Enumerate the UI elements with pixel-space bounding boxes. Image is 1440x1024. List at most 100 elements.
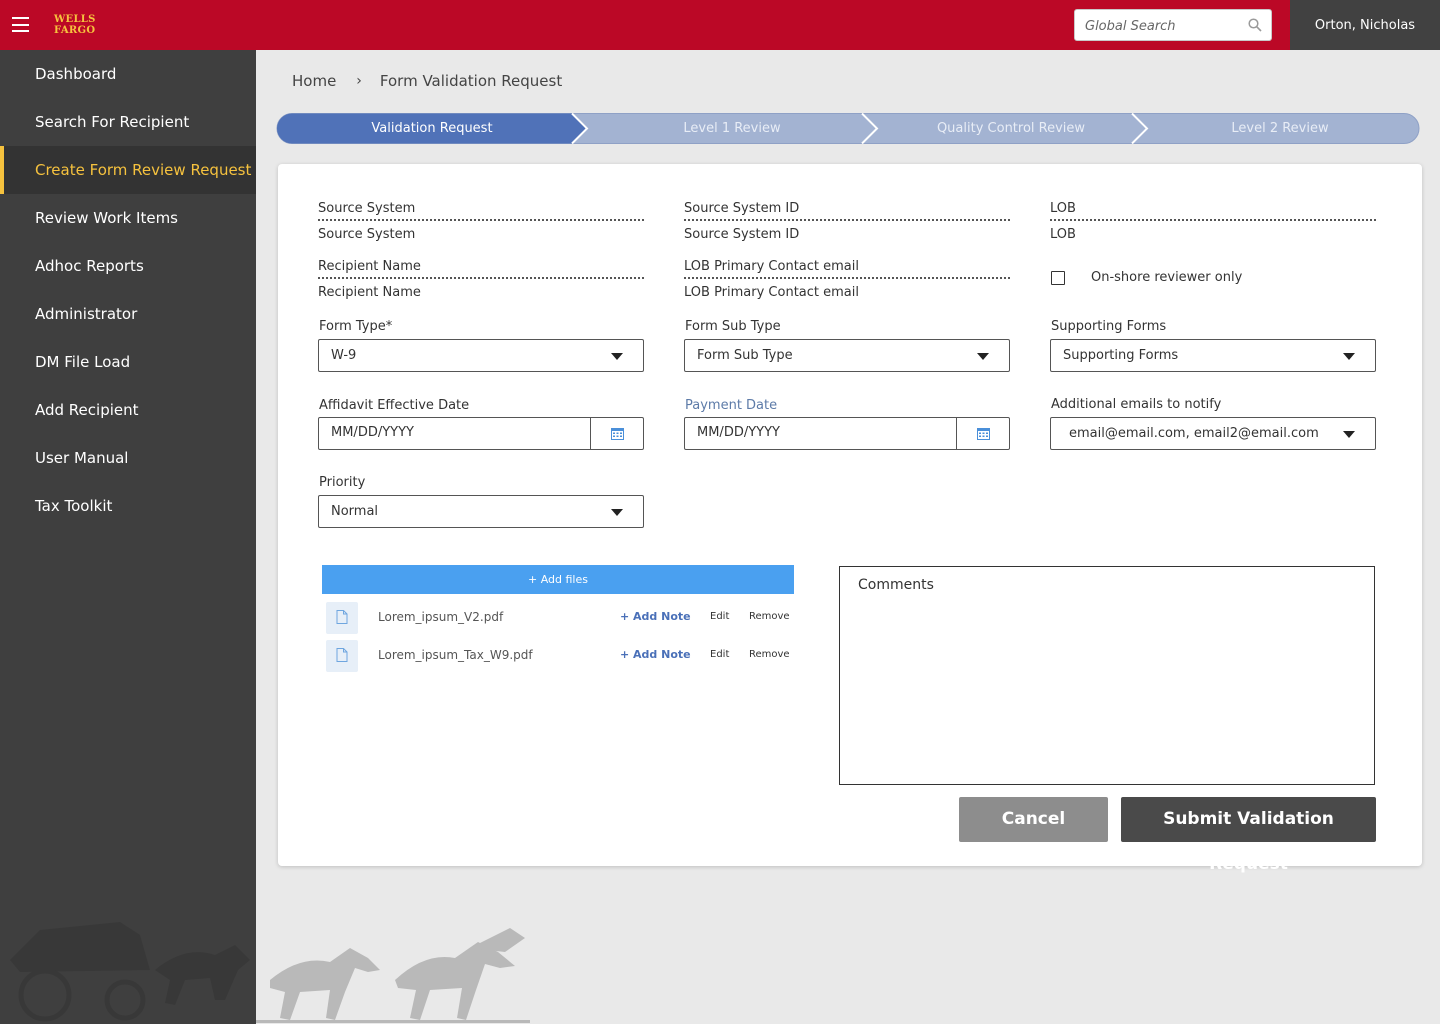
breadcrumb-current: Form Validation Request [379,72,563,90]
source-system-value: Source System [318,227,416,242]
payment-date-field [684,417,1010,450]
file-row: Lorem_ipsum_V2.pdf + Add Note Edit Remov… [326,602,796,634]
recipient-name-field: Recipient Name Recipient Name [318,259,644,301]
chevron-down-icon [611,509,623,516]
source-system-id-field: Source System ID Source System ID [684,201,1010,243]
sidebar-item-tax-toolkit[interactable]: Tax Toolkit [0,482,256,530]
sidebar-item-adhoc-reports[interactable]: Adhoc Reports [0,242,256,290]
add-note-link[interactable]: + Add Note [620,610,691,623]
affidavit-date-input[interactable] [331,425,571,440]
remove-file-link[interactable]: Remove [749,649,790,660]
lob-label: LOB [1050,201,1076,216]
sidebar-item-label: Adhoc Reports [35,257,144,275]
source-system-label: Source System [318,201,416,216]
priority-label: Priority [319,475,366,490]
sidebar-item-dashboard[interactable]: Dashboard [0,50,256,98]
form-type-label: Form Type* [319,319,393,334]
dotted-divider [684,277,1010,279]
lob-field: LOB LOB [1050,201,1376,243]
document-icon [336,610,348,624]
lob-contact-value: LOB Primary Contact email [684,285,859,300]
global-search-input[interactable] [1085,16,1245,36]
form-type-select[interactable]: W-9 [318,339,644,372]
file-name: Lorem_ipsum_Tax_W9.pdf [378,648,533,662]
sidebar-item-administrator[interactable]: Administrator [0,290,256,338]
sidebar-item-label: Dashboard [35,65,117,83]
dotted-divider [1050,219,1376,221]
stagecoach-watermark [10,922,530,1023]
sidebar-item-add-recipient[interactable]: Add Recipient [0,386,256,434]
sidebar-item-label: Create Form Review Request [35,161,252,179]
sidebar-item-label: Add Recipient [35,401,139,419]
add-files-button[interactable]: + Add files [322,565,794,594]
document-icon [336,648,348,662]
user-name: Orton, Nicholas [1314,17,1416,33]
submit-validation-request-button[interactable]: Submit Validation Request [1121,797,1376,874]
additional-emails-select[interactable]: email@email.com, email2@email.com [1050,417,1376,450]
breadcrumb: Home › Form Validation Request [292,72,562,90]
onshore-reviewer-label: On-shore reviewer only [1091,270,1243,285]
recipient-name-value: Recipient Name [318,285,421,300]
form-type-value: W-9 [331,348,357,363]
calendar-icon [977,428,990,440]
cancel-button[interactable]: Cancel [959,797,1108,842]
file-name: Lorem_ipsum_V2.pdf [378,610,504,624]
sidebar-item-label: DM File Load [35,353,131,371]
form-sub-type-label: Form Sub Type [685,319,781,334]
sidebar-item-create-form-review-request[interactable]: Create Form Review Request [0,146,256,194]
file-thumbnail [326,602,358,634]
progress-stepper: Validation Request Level 1 Review Qualit… [276,113,1421,144]
comments-textarea[interactable] [840,567,1374,784]
file-row: Lorem_ipsum_Tax_W9.pdf + Add Note Edit R… [326,640,796,672]
chevron-down-icon [977,353,989,360]
edit-file-link[interactable]: Edit [710,611,729,622]
global-search-box [1074,9,1272,41]
hamburger-menu-icon[interactable] [12,17,29,32]
priority-value: Normal [331,504,379,519]
source-system-field: Source System Source System [318,201,644,243]
sidebar-item-review-work-items[interactable]: Review Work Items [0,194,256,242]
dotted-divider [318,277,644,279]
source-system-id-label: Source System ID [684,201,800,216]
lob-contact-label: LOB Primary Contact email [684,259,859,274]
add-note-link[interactable]: + Add Note [620,648,691,661]
breadcrumb-separator-icon: › [356,73,362,89]
wells-fargo-logo[interactable]: WELLS FARGO [54,14,96,36]
lob-contact-field: LOB Primary Contact email LOB Primary Co… [684,259,1010,301]
sidebar-item-dm-file-load[interactable]: DM File Load [0,338,256,386]
source-system-id-value: Source System ID [684,227,800,242]
form-sub-type-select[interactable]: Form Sub Type [684,339,1010,372]
dotted-divider [318,219,644,221]
search-icon[interactable] [1248,18,1262,32]
onshore-reviewer-checkbox[interactable] [1051,271,1065,285]
step-validation-request[interactable]: Validation Request [276,113,588,144]
edit-file-link[interactable]: Edit [710,649,729,660]
affidavit-date-field [318,417,644,450]
form-card: Source System Source System Source Syste… [278,164,1422,874]
sidebar-item-user-manual[interactable]: User Manual [0,434,256,482]
lob-value: LOB [1050,227,1076,242]
priority-select[interactable]: Normal [318,495,644,528]
logo-line-2: FARGO [54,25,96,36]
breadcrumb-home[interactable]: Home [292,72,336,90]
sidebar-item-label: Administrator [35,305,138,323]
user-menu[interactable]: Orton, Nicholas [1290,0,1440,50]
sidebar-item-label: Tax Toolkit [35,497,113,515]
sidebar-item-search-recipient[interactable]: Search For Recipient [0,98,256,146]
step-quality-control-review[interactable]: Quality Control Review [876,113,1146,144]
supporting-forms-value: Supporting Forms [1063,348,1179,363]
form-sub-type-value: Form Sub Type [697,348,793,363]
payment-calendar-button[interactable] [956,418,1009,449]
file-thumbnail [326,640,358,672]
supporting-forms-select[interactable]: Supporting Forms [1050,339,1376,372]
calendar-icon [611,428,624,440]
step-level-1-review[interactable]: Level 1 Review [588,113,876,144]
sidebar-item-label: Review Work Items [35,209,178,227]
remove-file-link[interactable]: Remove [749,611,790,622]
step-level-2-review[interactable]: Level 2 Review [1146,113,1414,144]
additional-emails-label: Additional emails to notify [1051,397,1222,412]
affidavit-calendar-button[interactable] [590,418,643,449]
logo-line-1: WELLS [54,14,96,25]
payment-date-input[interactable] [697,425,937,440]
dotted-divider [684,219,1010,221]
